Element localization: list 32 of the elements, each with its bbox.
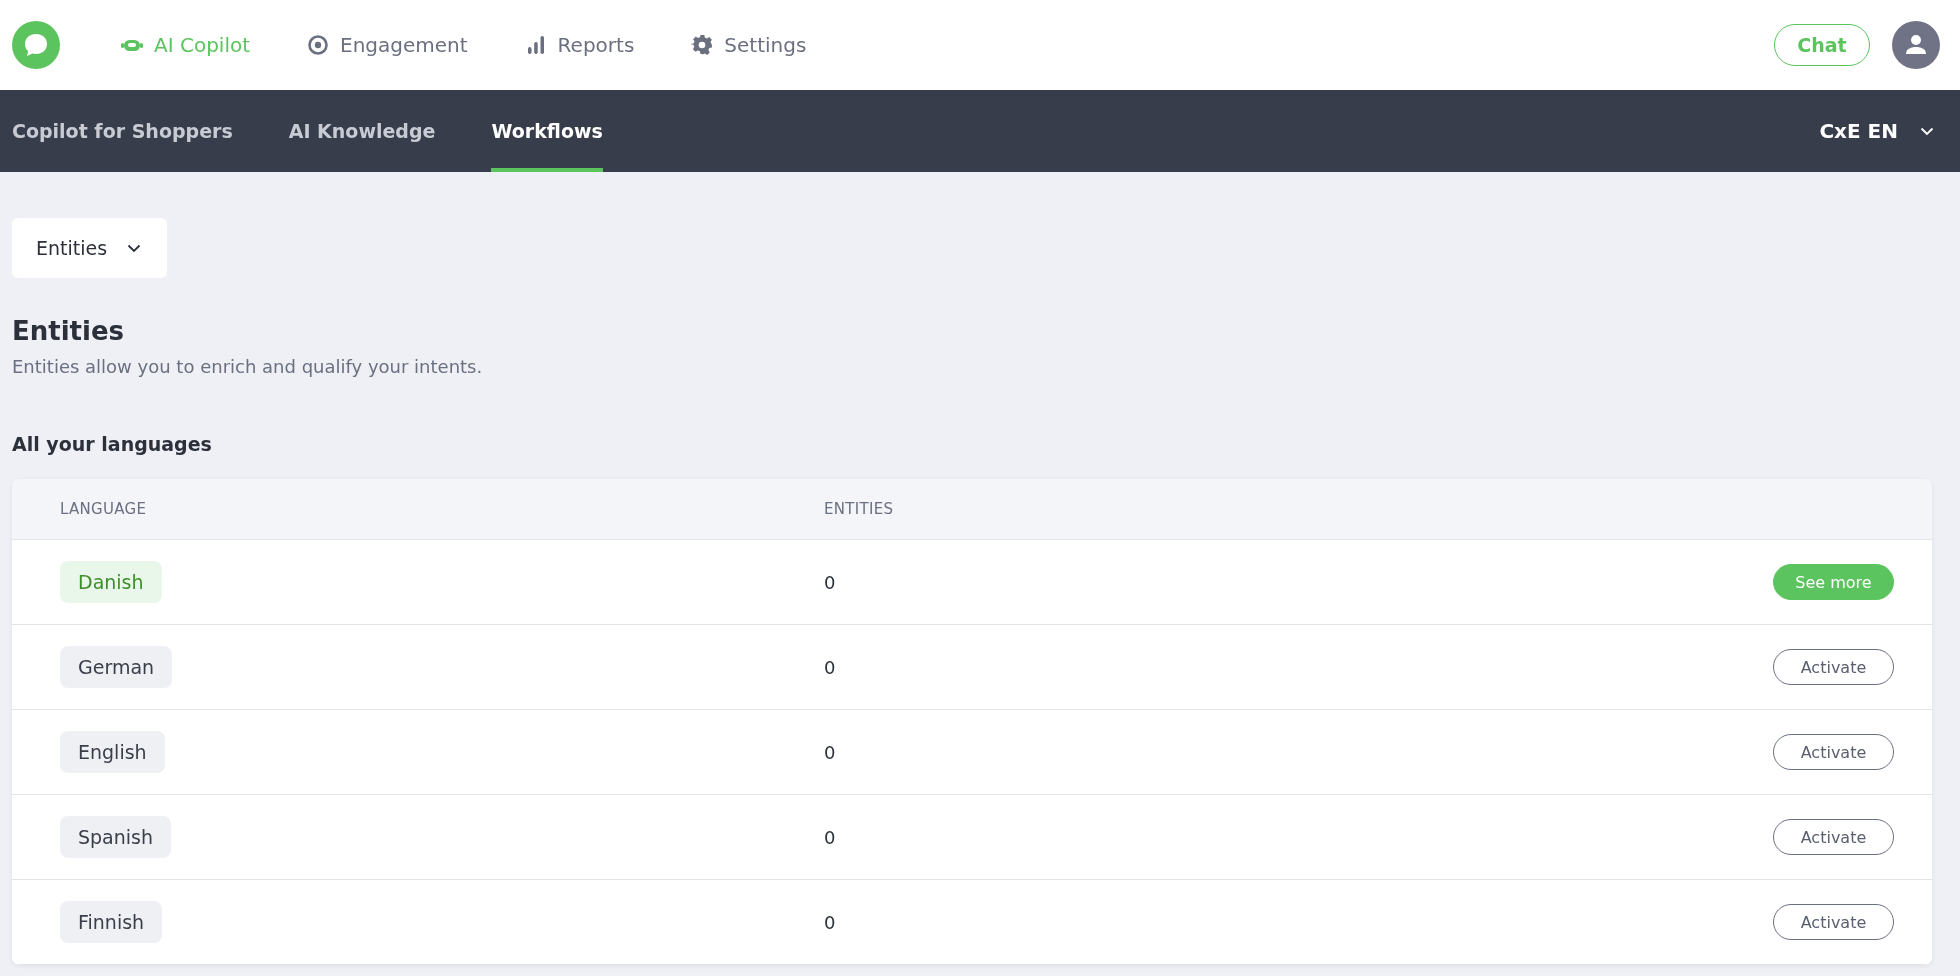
nav-item[interactable]: Reports	[523, 33, 635, 57]
tab[interactable]: Copilot for Shoppers	[12, 90, 233, 172]
table-cell-text: 0	[824, 826, 837, 848]
language-tag: Finnish	[60, 901, 163, 943]
table-cell-text: 0	[824, 911, 837, 933]
language-tag: English	[60, 731, 165, 773]
table-cell-text: 0	[824, 571, 837, 593]
language-tag: Spanish	[60, 816, 172, 858]
language-tag: Danish	[60, 561, 162, 603]
nav-item[interactable]: Settings	[690, 33, 807, 57]
target-icon	[306, 33, 331, 57]
activate-button[interactable]: Activate	[1773, 649, 1894, 685]
tab[interactable]: Workflows	[491, 90, 603, 172]
user-avatar-icon[interactable]	[1892, 21, 1940, 69]
language-tag: German	[60, 646, 173, 688]
activate-button[interactable]: Activate	[1773, 734, 1894, 770]
table-cell-text: 0	[824, 656, 837, 678]
page-subtitle: Entities allow you to enrich and qualify your intents.	[12, 356, 484, 377]
activate-button[interactable]: Activate	[1773, 819, 1894, 855]
workspace-dropdown[interactable]: CxE EN	[1813, 90, 1940, 172]
section-dropdown[interactable]: Entities	[12, 218, 168, 278]
section-title: All your languages	[12, 433, 213, 455]
settings-icon	[690, 33, 715, 57]
column-header: ENTITIES	[824, 500, 895, 518]
column-header: LANGUAGE	[60, 500, 148, 518]
table-cell-text: 0	[824, 741, 837, 763]
chevron-down-icon	[1920, 126, 1934, 136]
activate-button[interactable]: Activate	[1773, 904, 1894, 940]
nav-item[interactable]: Engagement	[306, 33, 468, 57]
chevron-down-icon	[127, 243, 142, 253]
page-title: Entities	[12, 316, 126, 346]
tab[interactable]: AI Knowledge	[288, 90, 436, 172]
